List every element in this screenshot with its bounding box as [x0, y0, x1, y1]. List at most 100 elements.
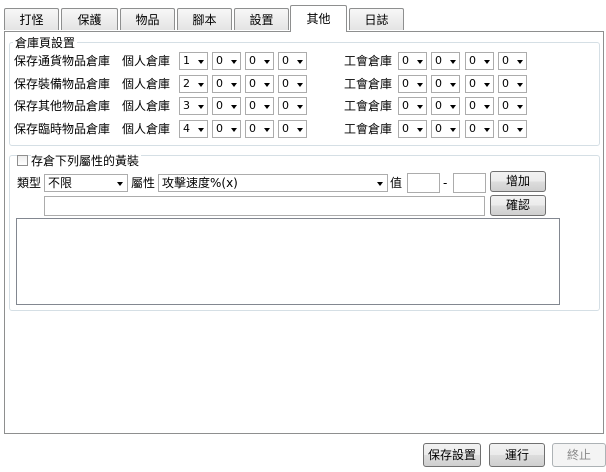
personal-page-select[interactable]: 0: [212, 52, 241, 70]
personal-page-value: 0: [282, 54, 289, 67]
attr-text-input[interactable]: [44, 196, 485, 216]
guild-warehouse-label: 工會倉庫: [344, 77, 393, 91]
tab-other[interactable]: 其他: [290, 5, 347, 32]
personal-page-select[interactable]: 0: [278, 97, 307, 115]
attr-select-value: 攻擊速度%(x): [162, 176, 238, 190]
tab-script[interactable]: 腳本: [177, 8, 232, 30]
type-label: 類型: [17, 176, 42, 190]
guild-warehouse-label: 工會倉庫: [344, 54, 393, 68]
tab-items[interactable]: 物品: [120, 8, 175, 30]
guild-warehouse-label: 工會倉庫: [344, 122, 393, 136]
guild-page-value: 0: [435, 99, 442, 112]
personal-page-select[interactable]: 0: [278, 75, 307, 93]
tab-monster[interactable]: 打怪: [4, 8, 59, 30]
guild-page-value: 0: [435, 77, 442, 90]
personal-page-select[interactable]: 3: [179, 97, 208, 115]
personal-warehouse-label: 個人倉庫: [122, 77, 171, 91]
chevron-down-icon: [198, 128, 204, 132]
attr-list[interactable]: [16, 218, 560, 305]
guild-page-value: 0: [402, 99, 409, 112]
chevron-down-icon: [297, 105, 303, 109]
personal-page-select[interactable]: 0: [278, 52, 307, 70]
personal-page-select[interactable]: 0: [245, 97, 274, 115]
guild-page-value: 0: [502, 99, 509, 112]
chevron-down-icon: [231, 128, 237, 132]
type-select-value: 不限: [48, 176, 73, 190]
guild-page-select[interactable]: 0: [431, 97, 460, 115]
personal-page-select[interactable]: 0: [212, 97, 241, 115]
chevron-down-icon: [517, 128, 523, 132]
add-button[interactable]: 增加: [490, 171, 546, 192]
guild-page-select[interactable]: 0: [465, 52, 494, 70]
guild-page-select[interactable]: 0: [431, 52, 460, 70]
chevron-down-icon: [450, 105, 456, 109]
guild-page-select[interactable]: 0: [498, 52, 527, 70]
guild-page-value: 0: [469, 99, 476, 112]
chevron-down-icon: [264, 60, 270, 64]
guild-page-select[interactable]: 0: [398, 120, 427, 138]
guild-page-value: 0: [402, 54, 409, 67]
guild-page-select[interactable]: 0: [465, 97, 494, 115]
chevron-down-icon: [231, 60, 237, 64]
guild-page-select[interactable]: 0: [498, 97, 527, 115]
personal-page-select[interactable]: 0: [245, 75, 274, 93]
attr-select[interactable]: 攻擊速度%(x): [158, 174, 388, 192]
chevron-down-icon: [417, 83, 423, 87]
chevron-down-icon: [198, 60, 204, 64]
guild-page-select[interactable]: 0: [398, 97, 427, 115]
guild-page-select[interactable]: 0: [398, 52, 427, 70]
chevron-down-icon: [297, 60, 303, 64]
personal-warehouse-label: 個人倉庫: [122, 54, 171, 68]
chevron-down-icon: [231, 105, 237, 109]
chevron-down-icon: [264, 128, 270, 132]
personal-page-select[interactable]: 0: [278, 120, 307, 138]
store-yellow-checkbox[interactable]: [17, 155, 28, 166]
value-min-input[interactable]: [407, 173, 440, 193]
run-button[interactable]: 運行: [489, 443, 545, 467]
personal-page-value: 0: [249, 122, 256, 135]
guild-page-select[interactable]: 0: [398, 75, 427, 93]
guild-page-value: 0: [502, 122, 509, 135]
chevron-down-icon: [484, 105, 490, 109]
tab-settings[interactable]: 設置: [234, 8, 289, 30]
chevron-down-icon: [484, 128, 490, 132]
personal-page-select[interactable]: 2: [179, 75, 208, 93]
personal-page-select[interactable]: 1: [179, 52, 208, 70]
chevron-down-icon: [517, 105, 523, 109]
personal-page-value: 0: [249, 77, 256, 90]
guild-page-select[interactable]: 0: [498, 75, 527, 93]
personal-page-value: 0: [249, 99, 256, 112]
value-label: 值: [390, 176, 403, 190]
chevron-down-icon: [198, 83, 204, 87]
chevron-down-icon: [264, 83, 270, 87]
guild-page-select[interactable]: 0: [498, 120, 527, 138]
tab-protect[interactable]: 保護: [61, 8, 118, 30]
personal-page-select[interactable]: 0: [212, 120, 241, 138]
warehouse-row-label: 保存其他物品倉庫: [14, 99, 111, 113]
chevron-down-icon: [417, 128, 423, 132]
type-select[interactable]: 不限: [44, 174, 128, 192]
personal-page-select[interactable]: 0: [245, 52, 274, 70]
guild-page-value: 0: [502, 54, 509, 67]
tab-log[interactable]: 日誌: [349, 8, 404, 30]
guild-page-value: 0: [435, 54, 442, 67]
save-settings-button[interactable]: 保存設置: [423, 443, 481, 467]
guild-page-value: 0: [469, 54, 476, 67]
personal-page-select[interactable]: 0: [245, 120, 274, 138]
chevron-down-icon: [484, 60, 490, 64]
confirm-button[interactable]: 確認: [490, 195, 546, 216]
personal-warehouse-label: 個人倉庫: [122, 99, 171, 113]
value-max-input[interactable]: [453, 173, 486, 193]
chevron-down-icon: [417, 105, 423, 109]
guild-page-select[interactable]: 0: [465, 75, 494, 93]
guild-page-value: 0: [469, 122, 476, 135]
guild-page-select[interactable]: 0: [431, 75, 460, 93]
personal-page-select[interactable]: 0: [212, 75, 241, 93]
personal-page-select[interactable]: 4: [179, 120, 208, 138]
value-dash: -: [443, 176, 448, 190]
guild-page-select[interactable]: 0: [431, 120, 460, 138]
warehouse-row-label: 保存通貨物品倉庫: [14, 54, 111, 68]
stop-button[interactable]: 終止: [552, 443, 606, 467]
guild-page-select[interactable]: 0: [465, 120, 494, 138]
personal-page-value: 3: [183, 99, 190, 112]
